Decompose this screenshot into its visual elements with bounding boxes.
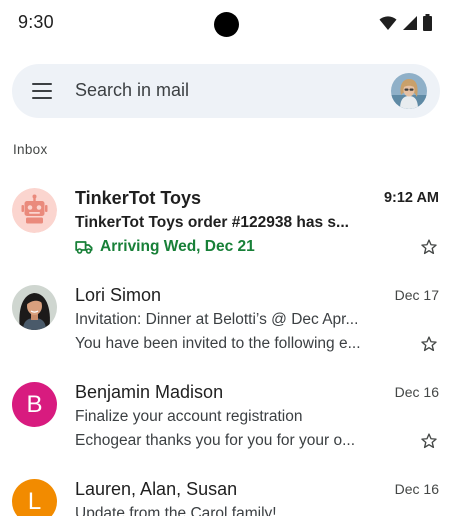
email-row[interactable]: L Lauren, Alan, Susan Dec 16 Update from… <box>0 471 468 516</box>
star-icon[interactable] <box>420 238 438 256</box>
photo-avatar <box>12 285 57 330</box>
camera-cutout <box>214 12 239 37</box>
status-icons <box>379 14 432 31</box>
wifi-icon <box>379 15 397 30</box>
email-sender: TinkerTot Toys <box>75 188 202 208</box>
email-snippet: You have been invited to the following e… <box>75 335 361 352</box>
menu-icon[interactable] <box>32 81 54 101</box>
sender-avatar[interactable] <box>12 285 57 330</box>
email-subject: Finalize your account registration <box>75 408 303 425</box>
search-input[interactable]: Search in mail <box>75 80 189 101</box>
email-date: Dec 16 <box>394 481 439 497</box>
email-date: 9:12 AM <box>383 190 439 206</box>
email-sender: Lauren, Alan, Susan <box>75 479 238 499</box>
email-sender: Benjamin Madison <box>75 382 224 402</box>
truck-icon <box>75 241 93 254</box>
email-sender: Lori Simon <box>75 285 162 305</box>
email-row[interactable]: TinkerTot Toys 9:12 AM TinkerTot Toys or… <box>0 180 468 272</box>
delivery-status-text: Arriving Wed, Dec 21 <box>100 238 255 255</box>
robot-icon <box>12 188 57 233</box>
star-icon[interactable] <box>420 335 438 353</box>
sender-avatar[interactable] <box>12 188 57 233</box>
search-bar[interactable]: Search in mail <box>12 64 440 118</box>
email-row[interactable]: B Benjamin Madison Dec 16 Finalize your … <box>0 374 468 466</box>
status-time: 9:30 <box>18 12 54 32</box>
email-row[interactable]: Lori Simon Dec 17 Invitation: Dinner at … <box>0 277 468 369</box>
status-bar: 9:30 <box>0 0 468 48</box>
account-avatar[interactable] <box>391 73 427 109</box>
signal-icon <box>403 15 417 30</box>
sender-avatar[interactable]: B <box>12 382 57 427</box>
folder-label: Inbox <box>13 142 48 157</box>
battery-icon <box>423 14 432 31</box>
email-snippet: Echogear thanks you for you for your o..… <box>75 432 356 449</box>
star-icon[interactable] <box>420 432 438 450</box>
email-subject: TinkerTot Toys order #122938 has s... <box>75 214 349 231</box>
email-subject: Update from the Carol family! <box>75 505 277 516</box>
email-date: Dec 17 <box>394 287 439 303</box>
email-subject: Invitation: Dinner at Belotti’s @ Dec Ap… <box>75 311 359 328</box>
delivery-status: Arriving Wed, Dec 21 <box>75 238 255 256</box>
email-date: Dec 16 <box>394 384 439 400</box>
sender-avatar[interactable]: L <box>12 479 57 516</box>
